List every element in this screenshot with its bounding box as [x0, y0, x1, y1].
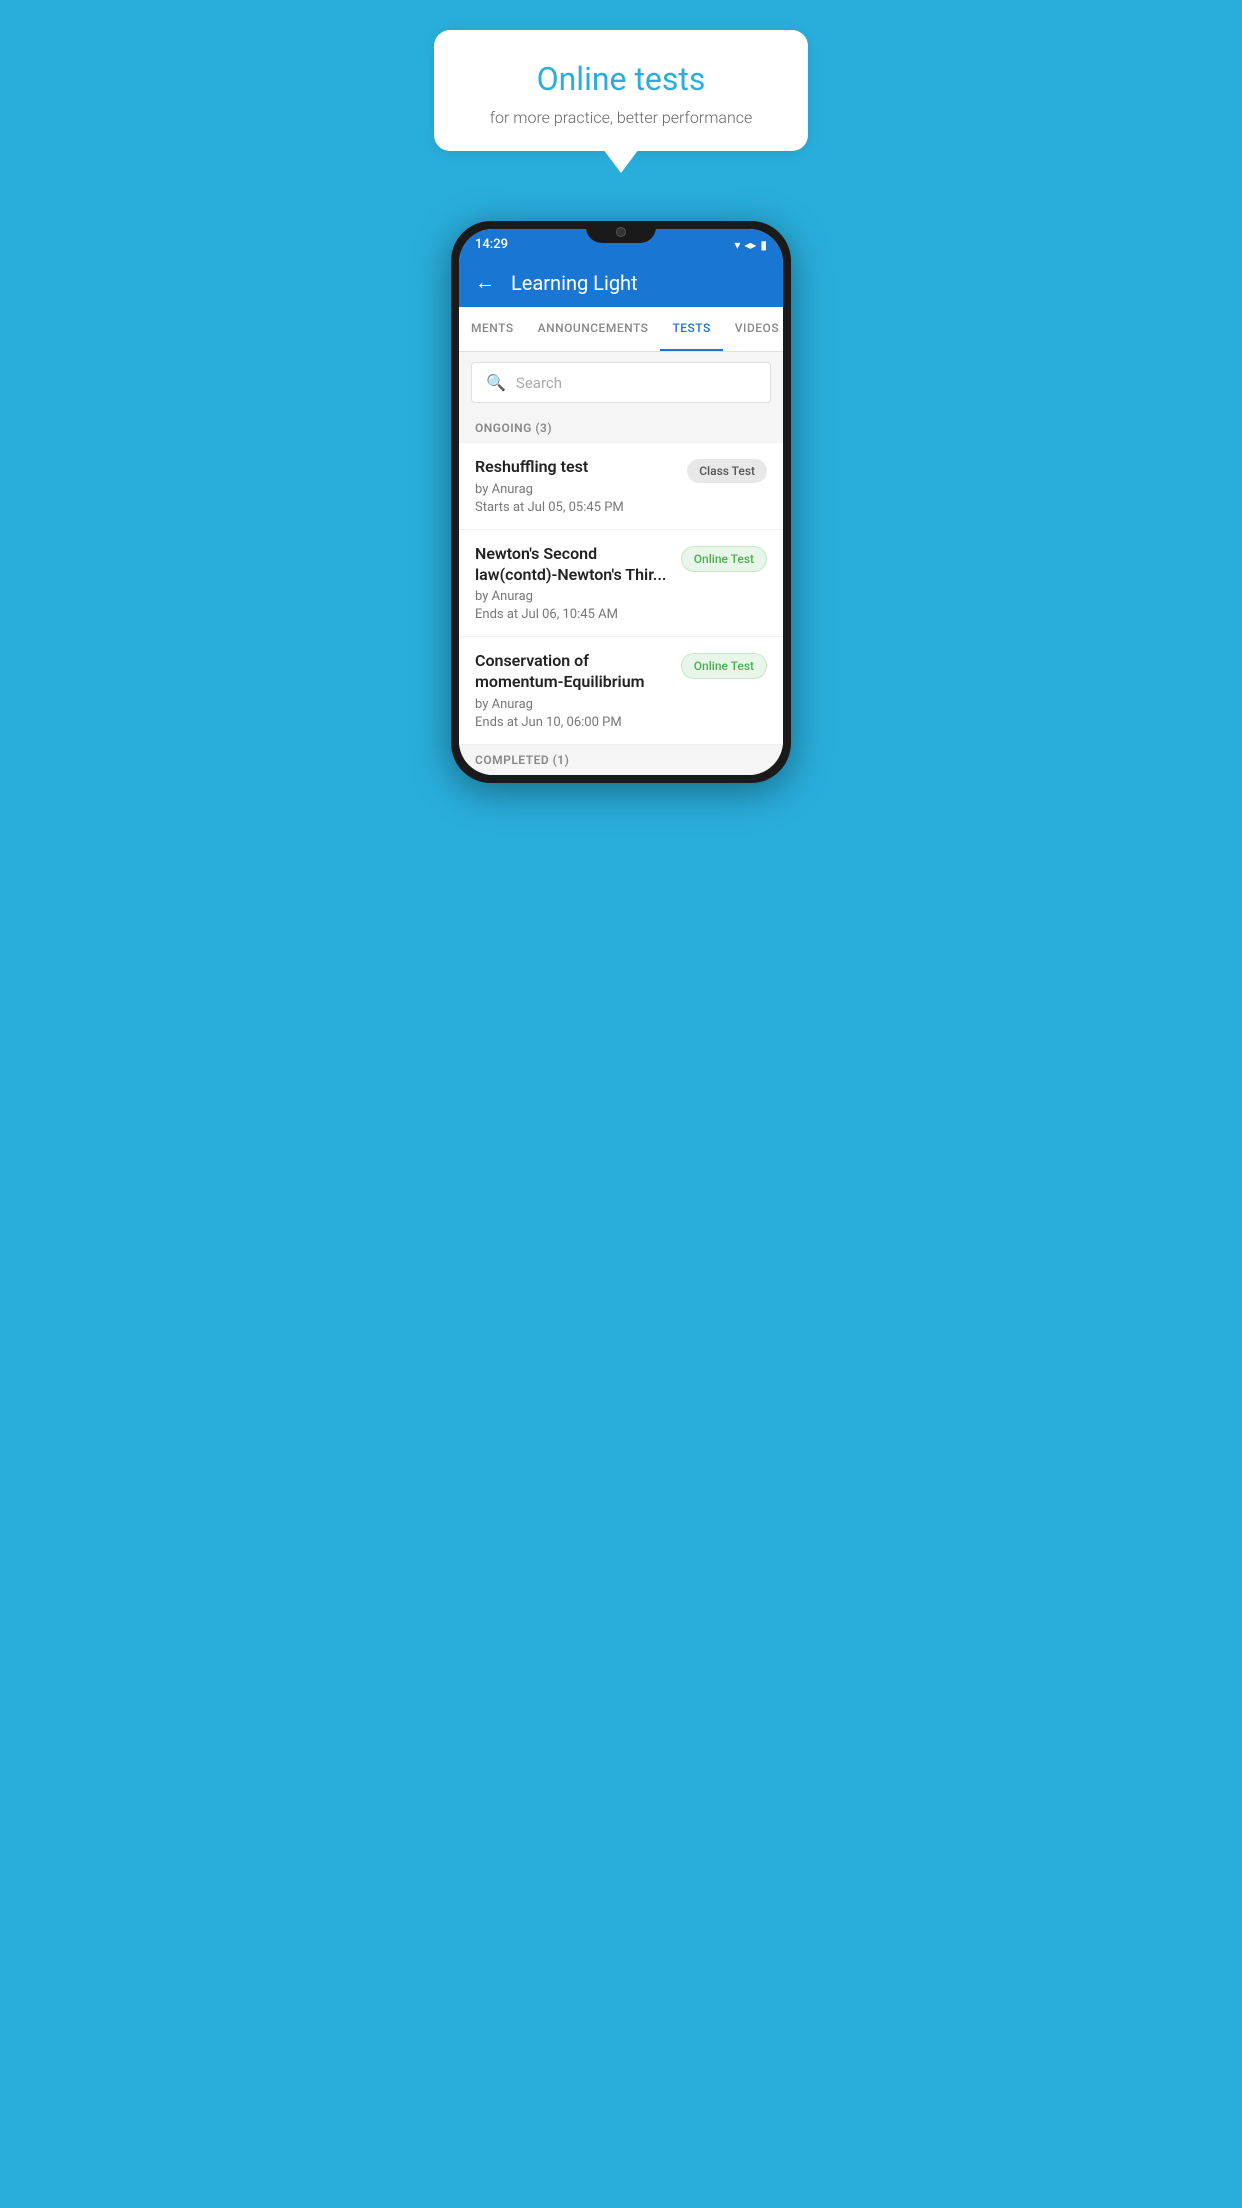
tabs-container: MENTS ANNOUNCEMENTS TESTS VIDEOS [459, 307, 783, 352]
test-item[interactable]: Reshuffling test by Anurag Starts at Jul… [459, 443, 783, 530]
test-badge-class: Class Test [687, 459, 767, 483]
test-name: Conservation of momentum-Equilibrium [475, 651, 671, 693]
bubble-subtitle: for more practice, better performance [458, 108, 784, 127]
back-button[interactable]: ← [475, 270, 495, 295]
battery-icon: ▮ [760, 238, 767, 252]
test-info: Conservation of momentum-Equilibrium by … [475, 651, 671, 730]
test-author: by Anurag [475, 482, 677, 497]
status-icons: ▾ ◂▸ ▮ [734, 238, 767, 252]
test-item[interactable]: Conservation of momentum-Equilibrium by … [459, 637, 783, 745]
tab-announcements[interactable]: ANNOUNCEMENTS [526, 307, 661, 351]
test-info: Newton's Second law(contd)-Newton's Thir… [475, 544, 671, 623]
test-author: by Anurag [475, 697, 671, 712]
status-time: 14:29 [475, 237, 508, 252]
phone-screen: 14:29 ▾ ◂▸ ▮ ← Learning Light MENTS ANNO… [459, 229, 783, 775]
phone-wrapper: 14:29 ▾ ◂▸ ▮ ← Learning Light MENTS ANNO… [414, 221, 828, 783]
test-date: Ends at Jun 10, 06:00 PM [475, 715, 671, 730]
tab-videos[interactable]: VIDEOS [723, 307, 783, 351]
test-name: Newton's Second law(contd)-Newton's Thir… [475, 544, 671, 586]
search-box[interactable]: 🔍 Search [471, 362, 771, 403]
app-title: Learning Light [511, 271, 638, 295]
bubble-title: Online tests [458, 60, 784, 98]
test-name: Reshuffling test [475, 457, 677, 478]
ongoing-section-label: ONGOING (3) [459, 413, 783, 443]
signal-icon: ◂▸ [744, 238, 756, 252]
completed-section-label: COMPLETED (1) [459, 745, 783, 775]
tab-ments[interactable]: MENTS [459, 307, 526, 351]
tab-tests[interactable]: TESTS [660, 307, 722, 351]
test-badge-online: Online Test [681, 653, 767, 679]
test-item[interactable]: Newton's Second law(contd)-Newton's Thir… [459, 530, 783, 638]
app-header: ← Learning Light [459, 258, 783, 307]
test-info: Reshuffling test by Anurag Starts at Jul… [475, 457, 677, 515]
phone-device: 14:29 ▾ ◂▸ ▮ ← Learning Light MENTS ANNO… [451, 221, 791, 783]
speech-bubble: Online tests for more practice, better p… [434, 30, 808, 151]
camera-dot [616, 227, 626, 237]
search-icon: 🔍 [486, 373, 506, 392]
phone-notch [586, 221, 656, 243]
search-container: 🔍 Search [459, 352, 783, 413]
test-author: by Anurag [475, 589, 671, 604]
promo-section: Online tests for more practice, better p… [414, 0, 828, 171]
test-date: Ends at Jul 06, 10:45 AM [475, 607, 671, 622]
wifi-icon: ▾ [734, 238, 740, 252]
test-date: Starts at Jul 05, 05:45 PM [475, 500, 677, 515]
test-badge-online: Online Test [681, 546, 767, 572]
search-input[interactable]: Search [516, 374, 562, 392]
